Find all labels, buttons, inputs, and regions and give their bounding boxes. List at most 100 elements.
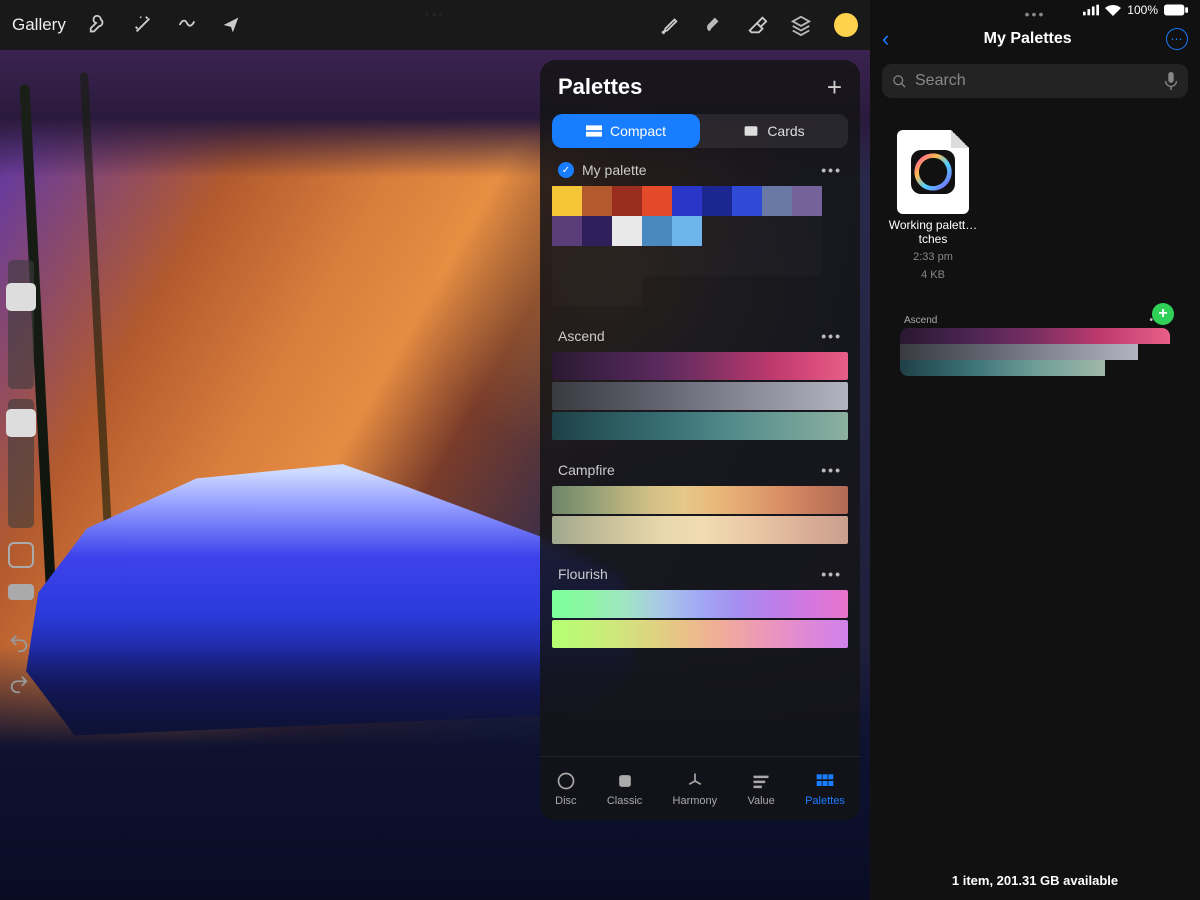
tab-label: Disc [555, 795, 576, 807]
empty-swatch[interactable] [552, 276, 582, 306]
value-icon [751, 771, 771, 791]
eraser-icon[interactable] [746, 14, 768, 36]
colorpicker-tab-palettes[interactable]: Palettes [805, 771, 845, 807]
empty-swatch[interactable] [582, 276, 612, 306]
palette-row[interactable] [552, 590, 848, 618]
swatch-grid [552, 186, 848, 306]
color-swatch[interactable] [672, 186, 702, 216]
mic-icon[interactable] [1164, 72, 1178, 90]
palette-name[interactable]: My palette [582, 162, 647, 178]
color-swatch[interactable] [582, 216, 612, 246]
empty-swatch[interactable] [702, 246, 732, 276]
file-item[interactable]: Working palett…tches 2:33 pm 4 KB [888, 130, 978, 283]
empty-swatch[interactable] [732, 246, 762, 276]
harmony-icon [685, 771, 705, 791]
layers-icon[interactable] [790, 14, 812, 36]
empty-swatch[interactable] [582, 246, 612, 276]
color-swatch[interactable] [612, 216, 642, 246]
drag-preview-name: Ascend [904, 315, 937, 326]
empty-swatch[interactable] [612, 276, 642, 306]
segment-compact[interactable]: Compact [552, 114, 700, 148]
color-swatch[interactable] [672, 216, 702, 246]
file-size: 4 KB [921, 268, 945, 282]
colorpicker-tab-value[interactable]: Value [747, 771, 774, 807]
battery-percentage: 100% [1127, 3, 1158, 17]
drag-import-preview[interactable]: + Ascend ••• [900, 313, 1170, 376]
empty-swatch[interactable] [552, 246, 582, 276]
color-swatch[interactable] [612, 186, 642, 216]
palette-row[interactable] [552, 516, 848, 544]
palette-menu-button[interactable]: ••• [821, 566, 842, 582]
palette-name[interactable]: Campfire [558, 462, 615, 478]
color-swatch[interactable] [552, 216, 582, 246]
multitask-handle-right[interactable]: ••• [1025, 6, 1046, 22]
preview-row [900, 360, 1105, 376]
wrench-icon[interactable] [88, 14, 110, 36]
palette-row[interactable] [552, 620, 848, 648]
file-name: Working palett…tches [888, 218, 978, 246]
segment-cards[interactable]: Cards [700, 114, 848, 148]
selection-icon[interactable] [176, 14, 198, 36]
top-toolbar: Gallery [0, 0, 870, 50]
more-options-button[interactable]: ⋯ [1166, 28, 1188, 50]
redo-button[interactable] [8, 673, 30, 700]
undo-button[interactable] [8, 632, 30, 659]
color-picker-button[interactable] [834, 13, 858, 37]
palette-row[interactable] [552, 412, 848, 440]
brush-icon[interactable] [658, 14, 680, 36]
file-time: 2:33 pm [913, 250, 953, 264]
segment-cards-label: Cards [767, 123, 804, 139]
color-swatch[interactable] [642, 216, 672, 246]
disc-icon [556, 771, 576, 791]
empty-swatch[interactable] [672, 246, 702, 276]
empty-swatch[interactable] [612, 246, 642, 276]
transform-icon[interactable] [220, 14, 242, 36]
gallery-button[interactable]: Gallery [12, 15, 66, 35]
palette-row[interactable] [552, 352, 848, 380]
color-swatch[interactable] [792, 186, 822, 216]
search-field[interactable]: Search [882, 64, 1188, 98]
colorpicker-tab-harmony[interactable]: Harmony [673, 771, 718, 807]
palette-row[interactable] [552, 382, 848, 410]
segment-compact-label: Compact [610, 123, 666, 139]
palette-name[interactable]: Flourish [558, 566, 608, 582]
empty-swatch[interactable] [762, 246, 792, 276]
search-icon [892, 74, 907, 89]
colorpicker-tab-classic[interactable]: Classic [607, 771, 642, 807]
files-app: ••• 100% ‹ My Palettes ⋯ Search Working … [870, 0, 1200, 900]
color-swatch[interactable] [642, 186, 672, 216]
colorpicker-tab-disc[interactable]: Disc [555, 771, 576, 807]
wand-icon[interactable] [132, 14, 154, 36]
empty-swatch[interactable] [762, 216, 792, 246]
palettes-panel: Palettes + Compact Cards ✓My palette•••A… [540, 60, 860, 820]
palette-name[interactable]: Ascend [558, 328, 605, 344]
palette-menu-button[interactable]: ••• [821, 162, 842, 178]
brush-opacity-slider[interactable] [8, 399, 34, 528]
plus-badge-icon: + [1152, 303, 1174, 325]
color-swatch[interactable] [762, 186, 792, 216]
color-swatch[interactable] [732, 186, 762, 216]
color-swatch[interactable] [702, 186, 732, 216]
palette-menu-button[interactable]: ••• [821, 462, 842, 478]
files-footer-status: 1 item, 201.31 GB available [870, 860, 1200, 900]
brush-size-slider[interactable] [8, 260, 34, 389]
back-button[interactable]: ‹ [882, 26, 889, 52]
procreate-logo-icon [911, 150, 955, 194]
empty-swatch[interactable] [792, 216, 822, 246]
battery-icon [1164, 4, 1188, 16]
empty-swatch[interactable] [642, 246, 672, 276]
palette-menu-button[interactable]: ••• [821, 328, 842, 344]
empty-swatch[interactable] [702, 216, 732, 246]
color-swatch[interactable] [582, 186, 612, 216]
tab-label: Harmony [673, 795, 718, 807]
palette-row[interactable] [552, 486, 848, 514]
eyedropper-button[interactable] [8, 584, 34, 600]
color-swatch[interactable] [552, 186, 582, 216]
add-palette-button[interactable]: + [827, 74, 842, 100]
empty-swatch[interactable] [792, 246, 822, 276]
wifi-icon [1105, 4, 1121, 16]
smudge-icon[interactable] [702, 14, 724, 36]
palette-block: Campfire ••• [552, 458, 848, 544]
empty-swatch[interactable] [732, 216, 762, 246]
modify-button[interactable] [8, 542, 34, 568]
